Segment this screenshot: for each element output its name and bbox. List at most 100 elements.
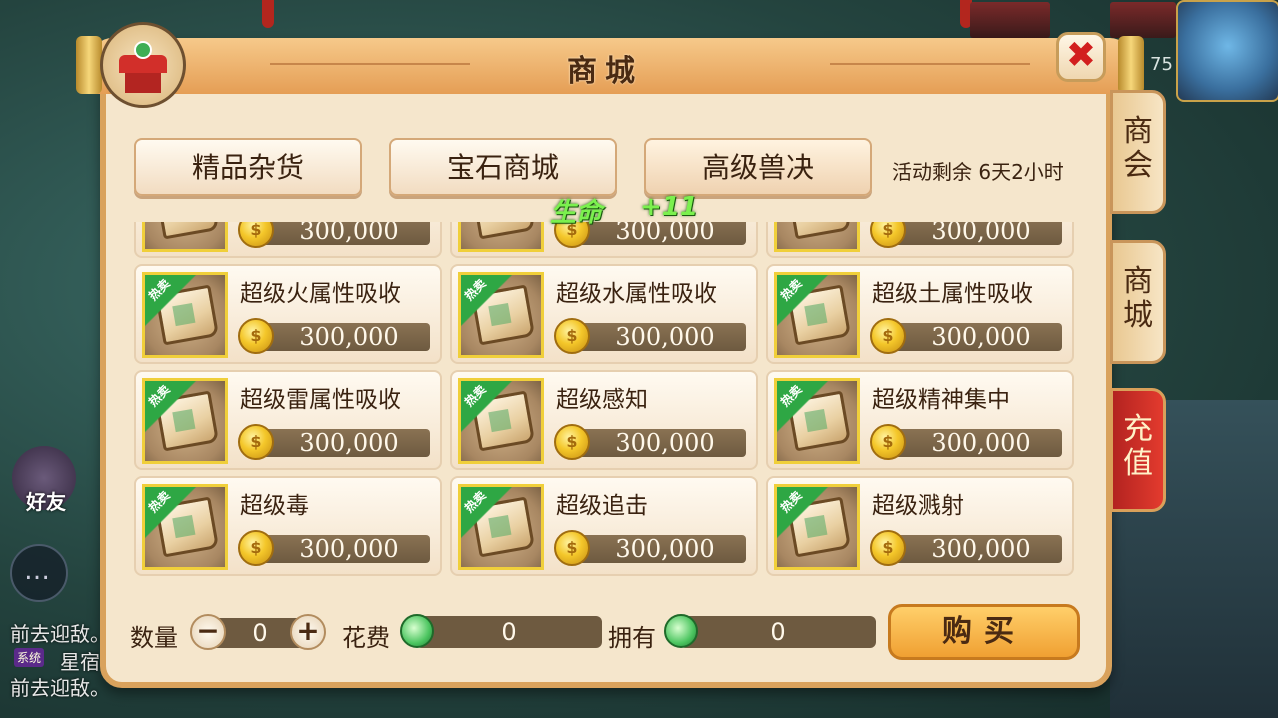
item-name: 超级溅射 — [872, 493, 964, 519]
buy-button[interactable]: 购买 — [888, 604, 1080, 660]
item-card[interactable]: 热卖 超级精神集中 300,000 $ — [766, 370, 1074, 470]
plus-button[interactable]: + — [290, 614, 326, 650]
item-name: 超级追击 — [556, 493, 648, 519]
header-rod-decoration — [1118, 36, 1144, 94]
stat-gain-text: 生命 — [550, 198, 603, 228]
item-card[interactable]: 热卖 超级火属性吸收 300,000 $ — [134, 264, 442, 364]
hot-sale-badge: 热卖 — [777, 275, 829, 327]
skill-book-image: 热卖 — [142, 272, 228, 358]
item-price: 300,000 — [886, 222, 1062, 245]
page-title: 商城 — [567, 54, 643, 89]
item-price: 300,000 — [254, 535, 430, 563]
item-card[interactable]: 热卖 超级土属性吸收 300,000 $ — [766, 264, 1074, 364]
hot-sale-badge: 热卖 — [777, 487, 829, 539]
gold-coin-icon: $ — [870, 424, 906, 460]
gold-coin-icon: $ — [870, 530, 906, 566]
hot-sale-label: 热卖 — [777, 488, 805, 516]
scroll-icon — [786, 222, 852, 240]
tab-guild-shop[interactable]: 商会 — [1110, 90, 1166, 214]
lantern-decoration — [262, 0, 274, 28]
item-price: 300,000 — [254, 222, 430, 245]
gold-coin-icon: $ — [554, 530, 590, 566]
gold-coin-icon: $ — [870, 318, 906, 354]
hot-sale-badge: 热卖 — [145, 381, 197, 433]
minus-button[interactable]: − — [190, 614, 226, 650]
skill-book-image: 热卖 — [142, 484, 228, 570]
item-price: 300,000 — [886, 429, 1062, 457]
hot-sale-label: 热卖 — [777, 276, 805, 304]
jade-currency-icon — [664, 614, 698, 648]
item-card[interactable]: 300,000 $ — [766, 222, 1074, 258]
friend-label: 好友 — [26, 490, 66, 514]
skill-book-image: 热卖 — [458, 272, 544, 358]
target-hp-bar — [970, 2, 1050, 38]
item-name: 超级土属性吸收 — [872, 281, 1033, 307]
item-price: 300,000 — [254, 323, 430, 351]
hot-sale-badge: 热卖 — [777, 381, 829, 433]
scroll-icon — [154, 222, 220, 240]
scroll-icon — [470, 222, 536, 240]
skill-book-image — [142, 222, 228, 252]
item-card[interactable]: 热卖 超级雷属性吸收 300,000 $ — [134, 370, 442, 470]
close-button[interactable]: ✖ — [1056, 32, 1106, 82]
item-price: 300,000 — [570, 323, 746, 351]
player-hp-bar — [1110, 2, 1176, 38]
gold-coin-icon: $ — [554, 318, 590, 354]
hot-sale-label: 热卖 — [461, 276, 489, 304]
item-card[interactable]: 热卖 超级溅射 300,000 $ — [766, 476, 1074, 576]
event-timer: 活动剩余 6天2小时 — [892, 160, 1064, 184]
item-card[interactable]: 300,000 $ — [450, 222, 758, 258]
skill-book-image: 热卖 — [458, 378, 544, 464]
item-card[interactable]: 热卖 超级毒 300,000 $ — [134, 476, 442, 576]
tab-premium-goods[interactable]: 精品杂货 — [134, 138, 362, 196]
skill-book-image: 热卖 — [774, 484, 860, 570]
jade-currency-icon — [400, 614, 434, 648]
skill-book-image: 热卖 — [142, 378, 228, 464]
shop-icon — [100, 22, 186, 108]
skill-book-image: 热卖 — [774, 378, 860, 464]
item-card[interactable]: 热卖 超级感知 300,000 $ — [450, 370, 758, 470]
item-card[interactable]: 热卖 超级水属性吸收 300,000 $ — [450, 264, 758, 364]
hot-sale-label: 热卖 — [145, 488, 173, 516]
item-price: 300,000 — [886, 535, 1062, 563]
item-price: 300,000 — [570, 429, 746, 457]
player-portrait[interactable] — [1176, 0, 1278, 102]
hot-sale-badge: 热卖 — [145, 487, 197, 539]
hot-sale-badge: 热卖 — [461, 275, 513, 327]
item-name: 超级水属性吸收 — [556, 281, 717, 307]
skill-book-image: 热卖 — [774, 272, 860, 358]
chat-message: 前去迎敌。 — [10, 676, 110, 700]
item-price: 300,000 — [886, 323, 1062, 351]
item-price: 300,000 — [254, 429, 430, 457]
item-grid: 300,000 $300,000 $300,000 $ 热卖 超级火属性吸收 300,000… — [132, 222, 1078, 584]
title-decoration — [270, 63, 470, 65]
hot-sale-badge: 热卖 — [461, 381, 513, 433]
item-name: 超级精神集中 — [872, 387, 1010, 413]
owned-value: 0 — [680, 616, 876, 648]
skill-book-image — [774, 222, 860, 252]
hot-sale-label: 热卖 — [145, 276, 173, 304]
tab-gem-shop[interactable]: 宝石商城 — [389, 138, 617, 196]
skill-book-image — [458, 222, 544, 252]
chat-message: 前去迎敌。 — [10, 622, 110, 646]
player-level: 75 — [1150, 54, 1173, 75]
item-name: 超级感知 — [556, 387, 648, 413]
item-name: 超级雷属性吸收 — [240, 387, 401, 413]
item-card[interactable]: 300,000 $ — [134, 222, 442, 258]
system-tag: 系统 — [14, 648, 45, 667]
tab-mall[interactable]: 商城 — [1110, 240, 1166, 364]
item-card[interactable]: 热卖 超级追击 300,000 $ — [450, 476, 758, 576]
tab-advanced-skills[interactable]: 高级兽决 — [644, 138, 872, 196]
tab-recharge[interactable]: 充值 — [1110, 388, 1166, 512]
cost-value: 0 — [416, 616, 602, 648]
quantity-value[interactable]: 0 — [236, 618, 284, 648]
item-price: 300,000 — [570, 535, 746, 563]
hot-sale-label: 热卖 — [145, 382, 173, 410]
quantity-label: 数量 — [130, 624, 178, 652]
chat-icon: … — [24, 556, 50, 586]
gold-coin-icon: $ — [554, 424, 590, 460]
item-name: 超级火属性吸收 — [240, 281, 401, 307]
owned-label: 拥有 — [608, 624, 656, 652]
hot-sale-badge: 热卖 — [145, 275, 197, 327]
chat-message: 星宿 — [60, 650, 100, 674]
